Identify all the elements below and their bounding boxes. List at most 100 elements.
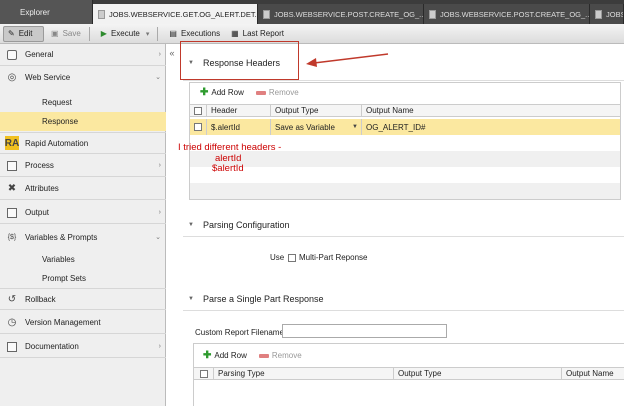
- sidebar-item-web-service[interactable]: ◎ Web Service ⌄: [0, 66, 166, 88]
- row-select-cell: [190, 119, 207, 135]
- sidebar-item-rollback[interactable]: ↺ Rollback: [0, 288, 166, 310]
- sidebar-item-label: General: [25, 50, 54, 59]
- grid-header-row: Header Output Type Output Name: [190, 104, 620, 117]
- globe-icon: ◎: [7, 71, 17, 83]
- row-checkbox[interactable]: [194, 123, 202, 131]
- callout-box: [180, 41, 299, 80]
- tab-label: JOBS.WEBSERVICE.GET.OG_ALERT.DET...: [109, 9, 258, 19]
- chevron-right-icon: ›: [158, 343, 161, 350]
- custom-report-input[interactable]: [282, 324, 447, 338]
- chevron-down-icon: ⌄: [155, 234, 161, 241]
- tab-jobs-w[interactable]: JOBS.W: [590, 4, 624, 24]
- section-title: Parse a Single Part Response: [202, 294, 324, 304]
- executions-label: Executions: [180, 29, 221, 38]
- remove-label: Remove: [271, 351, 302, 360]
- empty-row: [190, 183, 620, 199]
- tab-explorer[interactable]: Explorer: [0, 0, 93, 24]
- save-icon: ▣: [51, 29, 59, 38]
- sidebar-item-label: Variables: [42, 255, 75, 264]
- column-header[interactable]: Output Name: [362, 105, 620, 116]
- plus-icon: ✚: [200, 87, 209, 98]
- parsing-configuration-header[interactable]: ▼ Parsing Configuration: [188, 220, 290, 230]
- sidebar-item-response[interactable]: Response: [0, 112, 166, 131]
- output-name-cell[interactable]: OG_ALERT_ID#: [362, 119, 620, 135]
- tools-icon: ✖: [7, 183, 17, 194]
- sidebar-item-prompt-sets[interactable]: Prompt Sets: [0, 269, 166, 288]
- sidebar-item-attributes[interactable]: ✖ Attributes: [0, 178, 166, 200]
- sidebar-item-variables-prompts[interactable]: {$} Variables & Prompts ⌄: [0, 226, 166, 248]
- column-header[interactable]: Header: [207, 105, 271, 116]
- variables-icon: {$}: [7, 233, 17, 241]
- sidebar-item-label: Rapid Automation: [25, 138, 89, 148]
- remove-button[interactable]: Remove: [255, 88, 299, 97]
- section-title: Parsing Configuration: [202, 220, 290, 230]
- multipart-label: Multi-Part Reponse: [299, 253, 368, 262]
- multipart-checkbox[interactable]: [288, 253, 296, 262]
- grid-toolbar: ✚ Add Row Remove: [200, 87, 311, 98]
- single-part-header[interactable]: ▼ Parse a Single Part Response: [188, 294, 324, 304]
- output-type-value: Save as Variable: [275, 122, 335, 132]
- select-all-checkbox[interactable]: [199, 369, 208, 378]
- sidebar-item-output[interactable]: Output ›: [0, 202, 166, 224]
- multipart-checkbox-group[interactable]: Multi-Part Reponse: [288, 253, 367, 262]
- output-type-dropdown[interactable]: Save as Variable ▼: [271, 119, 362, 135]
- sidebar-item-label: Process: [25, 161, 54, 170]
- add-row-button[interactable]: ✚ Add Row: [203, 350, 247, 361]
- executions-icon: ▤: [169, 29, 177, 38]
- sidebar-item-label: Web Service: [25, 72, 71, 82]
- sidebar-item-label: Output: [25, 208, 50, 217]
- tab-jobs-webservice-post-2[interactable]: JOBS.WEBSERVICE.POST.CREATE_OG_... ✕: [424, 4, 590, 24]
- plus-icon: ✚: [203, 350, 212, 361]
- sidebar-item-label: Attributes: [25, 184, 59, 193]
- play-icon: ▶: [100, 29, 107, 38]
- column-header[interactable]: Output Name: [562, 368, 624, 379]
- chevron-down-icon[interactable]: ▾: [146, 30, 150, 38]
- rollback-icon: ↺: [7, 293, 17, 305]
- column-header[interactable]: Output Type: [394, 368, 562, 379]
- save-button[interactable]: ▣ Save: [47, 26, 85, 42]
- sidebar-item-label: Version Management: [25, 318, 101, 327]
- section-divider: [183, 80, 624, 81]
- annotation-text: $alertId: [212, 163, 244, 174]
- sidebar: General › ◎ Web Service ⌄ Request Respon…: [0, 44, 166, 406]
- chevron-right-icon: ›: [158, 162, 161, 169]
- sidebar-item-label: Rollback: [25, 294, 56, 304]
- document-icon: [98, 9, 105, 19]
- select-all-checkbox[interactable]: [194, 106, 202, 115]
- tab-jobs-webservice-post-1[interactable]: JOBS.WEBSERVICE.POST.CREATE_OG_... ✕: [258, 4, 424, 24]
- edit-button[interactable]: ✎ Edit: [3, 25, 44, 42]
- tab-label: JOBS.W: [606, 9, 623, 19]
- sidebar-item-version-management[interactable]: ◷ Version Management: [0, 312, 166, 334]
- annotation-text: I tried different headers -: [178, 142, 282, 153]
- last-report-button[interactable]: ▦ Last Report: [227, 26, 288, 42]
- document-icon: [429, 9, 436, 19]
- ra-icon: RA: [4, 136, 20, 150]
- executions-button[interactable]: ▤ Executions: [165, 26, 224, 42]
- sidebar-item-general[interactable]: General ›: [0, 44, 166, 66]
- collapse-triangle-icon: ▼: [188, 222, 194, 228]
- column-header[interactable]: Parsing Type: [214, 368, 394, 379]
- grid-header-row: Parsing Type Output Type Output Name: [194, 367, 624, 380]
- remove-button[interactable]: Remove: [258, 351, 302, 360]
- sidebar-item-label: Response: [42, 117, 79, 126]
- tab-label: JOBS.WEBSERVICE.POST.CREATE_OG_...: [440, 9, 590, 19]
- sidebar-item-variables[interactable]: Variables: [0, 250, 166, 269]
- sidebar-item-process[interactable]: Process ›: [0, 155, 166, 177]
- add-row-button[interactable]: ✚ Add Row: [200, 87, 244, 98]
- header-cell[interactable]: $.alertId: [207, 119, 271, 135]
- execute-button[interactable]: ▶ Execute ▾: [97, 26, 154, 42]
- sidebar-item-request[interactable]: Request: [0, 93, 166, 112]
- last-report-label: Last Report: [242, 29, 284, 38]
- documentation-icon: [5, 340, 19, 354]
- add-row-label: Add Row: [214, 351, 247, 360]
- section-divider: [183, 310, 624, 311]
- column-header[interactable]: Output Type: [271, 105, 362, 116]
- sidebar-item-rapid-automation[interactable]: RA Rapid Automation: [0, 132, 166, 154]
- collapse-sidebar-icon[interactable]: «: [166, 44, 178, 62]
- tab-jobs-webservice-get[interactable]: JOBS.WEBSERVICE.GET.OG_ALERT.DET... ✕: [93, 4, 258, 24]
- grid-toolbar: ✚ Add Row Remove: [203, 350, 314, 361]
- table-row[interactable]: $.alertId Save as Variable ▼ OG_ALERT_ID…: [190, 119, 620, 135]
- tab-bar: Explorer JOBS.WEBSERVICE.GET.OG_ALERT.DE…: [0, 0, 624, 24]
- process-icon: [5, 159, 19, 173]
- sidebar-item-documentation[interactable]: Documentation ›: [0, 336, 166, 358]
